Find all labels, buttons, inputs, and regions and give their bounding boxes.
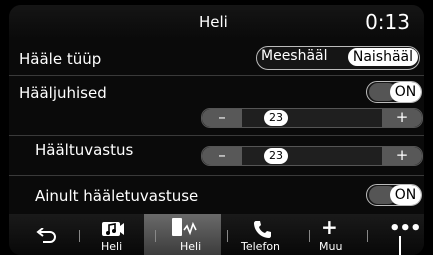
increase-button[interactable]: + [382, 147, 422, 165]
nav-label: Muu [319, 240, 343, 253]
voice-recognition-stepper: – 23 + [201, 146, 423, 166]
bottom-nav: Heli Heli Telefon + Muu ••• [9, 214, 424, 255]
nav-label: Telefon [241, 240, 281, 253]
female-voice-option[interactable]: Naishääl [347, 48, 418, 66]
voice-only-label: Ainult hääletuvastuse [35, 187, 199, 205]
nav-more-apps[interactable]: + Muu [311, 214, 355, 255]
nav-label: Heli [180, 240, 202, 253]
separator [227, 230, 228, 242]
guidance-volume-stepper: – 23 + [201, 108, 423, 128]
guidance-volume-value: 23 [264, 110, 288, 126]
toggle-state: ON [390, 185, 421, 205]
phone-icon [254, 221, 271, 238]
waveform-icon [172, 218, 197, 236]
voice-type-label: Hääle tüüp [19, 50, 102, 68]
decrease-button[interactable]: – [202, 147, 242, 165]
guidance-toggle[interactable]: ON [366, 81, 422, 103]
voice-recognition-label: Häältuvastus [35, 141, 134, 159]
guidance-row: Hääljuhised ON – 23 + [9, 75, 424, 136]
separator [79, 230, 80, 242]
nav-heli-sound[interactable]: Heli [144, 214, 221, 255]
nav-heli-media[interactable]: Heli [87, 214, 139, 255]
overflow-menu-button[interactable]: ••• [383, 214, 422, 255]
decrease-button[interactable]: – [202, 109, 242, 127]
voice-recognition-row: Häältuvastus – 23 + [9, 135, 424, 176]
plus-icon: + [321, 215, 338, 239]
voice-type-row: Hääle tüüp Meeshääl Naishääl [9, 39, 424, 76]
guidance-label: Hääljuhised [19, 84, 107, 102]
voice-recognition-value: 23 [264, 148, 288, 164]
nav-phone[interactable]: Telefon [233, 214, 293, 255]
back-button[interactable] [27, 214, 67, 255]
voice-only-toggle[interactable]: ON [366, 184, 422, 206]
back-arrow-icon [36, 228, 56, 243]
voice-only-row: Ainult hääletuvastuse ON [9, 175, 424, 214]
more-dots-icon: ••• [389, 218, 422, 239]
separator [367, 230, 368, 242]
voice-type-segmented-control[interactable]: Meeshääl Naishääl [256, 46, 420, 70]
toggle-state: ON [390, 82, 421, 102]
music-note-icon [102, 222, 124, 236]
settings-screen: Heli 0:13 Hääle tüüp Meeshääl Naishääl H… [9, 5, 424, 255]
menu-indicator [399, 236, 401, 255]
nav-label: Heli [101, 240, 123, 253]
separator [309, 230, 310, 242]
clock: 0:13 [365, 10, 410, 34]
page-title: Heli [199, 13, 228, 31]
male-voice-option[interactable]: Meeshääl [261, 48, 328, 64]
increase-button[interactable]: + [382, 109, 422, 127]
header: Heli 0:13 [9, 5, 424, 39]
